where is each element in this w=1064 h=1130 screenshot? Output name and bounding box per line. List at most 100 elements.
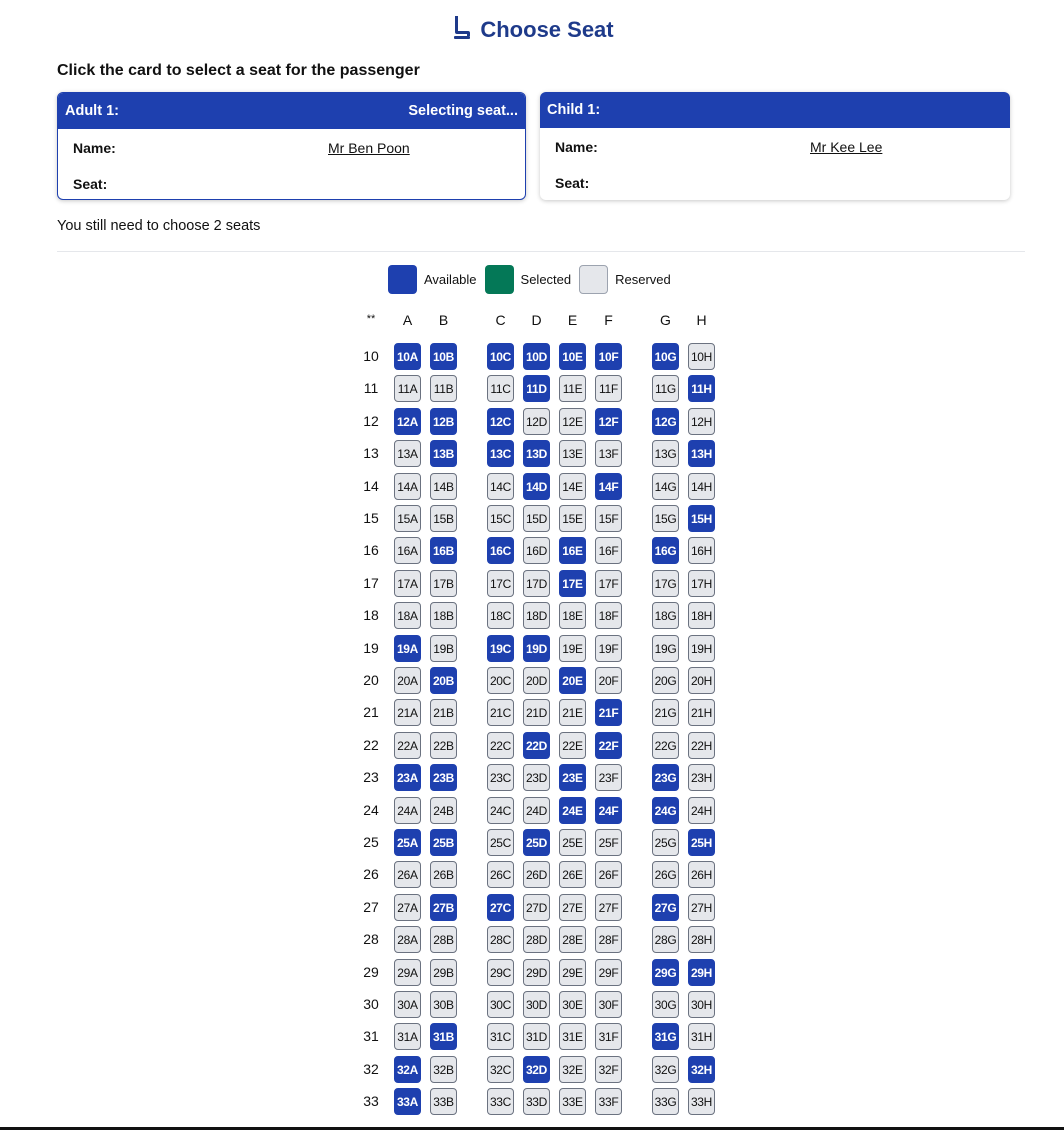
seat-28d[interactable]: 28D	[523, 926, 550, 953]
seat-21c[interactable]: 21C	[487, 699, 514, 726]
seat-29h[interactable]: 29H	[688, 959, 715, 986]
seat-22f[interactable]: 22F	[595, 732, 622, 759]
seat-33c[interactable]: 33C	[487, 1088, 514, 1115]
seat-10d[interactable]: 10D	[523, 343, 550, 370]
seat-15e[interactable]: 15E	[559, 505, 586, 532]
seat-16f[interactable]: 16F	[595, 537, 622, 564]
seat-15b[interactable]: 15B	[430, 505, 457, 532]
seat-15a[interactable]: 15A	[394, 505, 421, 532]
seat-12a[interactable]: 12A	[394, 408, 421, 435]
seat-24e[interactable]: 24E	[559, 797, 586, 824]
seat-30e[interactable]: 30E	[559, 991, 586, 1018]
seat-14d[interactable]: 14D	[523, 473, 550, 500]
seat-13f[interactable]: 13F	[595, 440, 622, 467]
seat-15h[interactable]: 15H	[688, 505, 715, 532]
seat-20h[interactable]: 20H	[688, 667, 715, 694]
seat-26c[interactable]: 26C	[487, 861, 514, 888]
seat-21d[interactable]: 21D	[523, 699, 550, 726]
seat-17e[interactable]: 17E	[559, 570, 586, 597]
seat-20f[interactable]: 20F	[595, 667, 622, 694]
seat-33g[interactable]: 33G	[652, 1088, 679, 1115]
seat-31h[interactable]: 31H	[688, 1023, 715, 1050]
seat-32a[interactable]: 32A	[394, 1056, 421, 1083]
seat-13h[interactable]: 13H	[688, 440, 715, 467]
seat-10g[interactable]: 10G	[652, 343, 679, 370]
seat-26e[interactable]: 26E	[559, 861, 586, 888]
seat-22g[interactable]: 22G	[652, 732, 679, 759]
seat-23g[interactable]: 23G	[652, 764, 679, 791]
seat-24b[interactable]: 24B	[430, 797, 457, 824]
seat-30g[interactable]: 30G	[652, 991, 679, 1018]
seat-31e[interactable]: 31E	[559, 1023, 586, 1050]
seat-19b[interactable]: 19B	[430, 635, 457, 662]
seat-26g[interactable]: 26G	[652, 861, 679, 888]
seat-25e[interactable]: 25E	[559, 829, 586, 856]
seat-30d[interactable]: 30D	[523, 991, 550, 1018]
seat-29g[interactable]: 29G	[652, 959, 679, 986]
seat-17c[interactable]: 17C	[487, 570, 514, 597]
seat-28e[interactable]: 28E	[559, 926, 586, 953]
seat-12d[interactable]: 12D	[523, 408, 550, 435]
seat-26f[interactable]: 26F	[595, 861, 622, 888]
seat-14b[interactable]: 14B	[430, 473, 457, 500]
seat-13e[interactable]: 13E	[559, 440, 586, 467]
passenger-card-adult-1[interactable]: Adult 1: Selecting seat... Name: Mr Ben …	[57, 92, 526, 200]
seat-18c[interactable]: 18C	[487, 602, 514, 629]
seat-27d[interactable]: 27D	[523, 894, 550, 921]
seat-19f[interactable]: 19F	[595, 635, 622, 662]
seat-22e[interactable]: 22E	[559, 732, 586, 759]
seat-28h[interactable]: 28H	[688, 926, 715, 953]
seat-26a[interactable]: 26A	[394, 861, 421, 888]
seat-21b[interactable]: 21B	[430, 699, 457, 726]
seat-28a[interactable]: 28A	[394, 926, 421, 953]
seat-27a[interactable]: 27A	[394, 894, 421, 921]
seat-28c[interactable]: 28C	[487, 926, 514, 953]
seat-32c[interactable]: 32C	[487, 1056, 514, 1083]
seat-18b[interactable]: 18B	[430, 602, 457, 629]
seat-16a[interactable]: 16A	[394, 537, 421, 564]
seat-26d[interactable]: 26D	[523, 861, 550, 888]
seat-18g[interactable]: 18G	[652, 602, 679, 629]
seat-10b[interactable]: 10B	[430, 343, 457, 370]
seat-33d[interactable]: 33D	[523, 1088, 550, 1115]
seat-29a[interactable]: 29A	[394, 959, 421, 986]
seat-18e[interactable]: 18E	[559, 602, 586, 629]
seat-13b[interactable]: 13B	[430, 440, 457, 467]
seat-29f[interactable]: 29F	[595, 959, 622, 986]
seat-21e[interactable]: 21E	[559, 699, 586, 726]
seat-22b[interactable]: 22B	[430, 732, 457, 759]
seat-24c[interactable]: 24C	[487, 797, 514, 824]
seat-20b[interactable]: 20B	[430, 667, 457, 694]
seat-21a[interactable]: 21A	[394, 699, 421, 726]
seat-23f[interactable]: 23F	[595, 764, 622, 791]
passenger-card-child-1[interactable]: Child 1: Name: Mr Kee Lee Seat:	[540, 92, 1010, 200]
seat-16g[interactable]: 16G	[652, 537, 679, 564]
seat-25h[interactable]: 25H	[688, 829, 715, 856]
seat-18a[interactable]: 18A	[394, 602, 421, 629]
seat-30f[interactable]: 30F	[595, 991, 622, 1018]
seat-31a[interactable]: 31A	[394, 1023, 421, 1050]
seat-27h[interactable]: 27H	[688, 894, 715, 921]
seat-32d[interactable]: 32D	[523, 1056, 550, 1083]
seat-14e[interactable]: 14E	[559, 473, 586, 500]
seat-29c[interactable]: 29C	[487, 959, 514, 986]
seat-25d[interactable]: 25D	[523, 829, 550, 856]
seat-10a[interactable]: 10A	[394, 343, 421, 370]
seat-27b[interactable]: 27B	[430, 894, 457, 921]
seat-19g[interactable]: 19G	[652, 635, 679, 662]
seat-31f[interactable]: 31F	[595, 1023, 622, 1050]
seat-27e[interactable]: 27E	[559, 894, 586, 921]
seat-13d[interactable]: 13D	[523, 440, 550, 467]
seat-17f[interactable]: 17F	[595, 570, 622, 597]
seat-11c[interactable]: 11C	[487, 375, 514, 402]
seat-23a[interactable]: 23A	[394, 764, 421, 791]
seat-32f[interactable]: 32F	[595, 1056, 622, 1083]
seat-32b[interactable]: 32B	[430, 1056, 457, 1083]
seat-32g[interactable]: 32G	[652, 1056, 679, 1083]
seat-27g[interactable]: 27G	[652, 894, 679, 921]
seat-23b[interactable]: 23B	[430, 764, 457, 791]
seat-20e[interactable]: 20E	[559, 667, 586, 694]
seat-23h[interactable]: 23H	[688, 764, 715, 791]
seat-24h[interactable]: 24H	[688, 797, 715, 824]
seat-12e[interactable]: 12E	[559, 408, 586, 435]
